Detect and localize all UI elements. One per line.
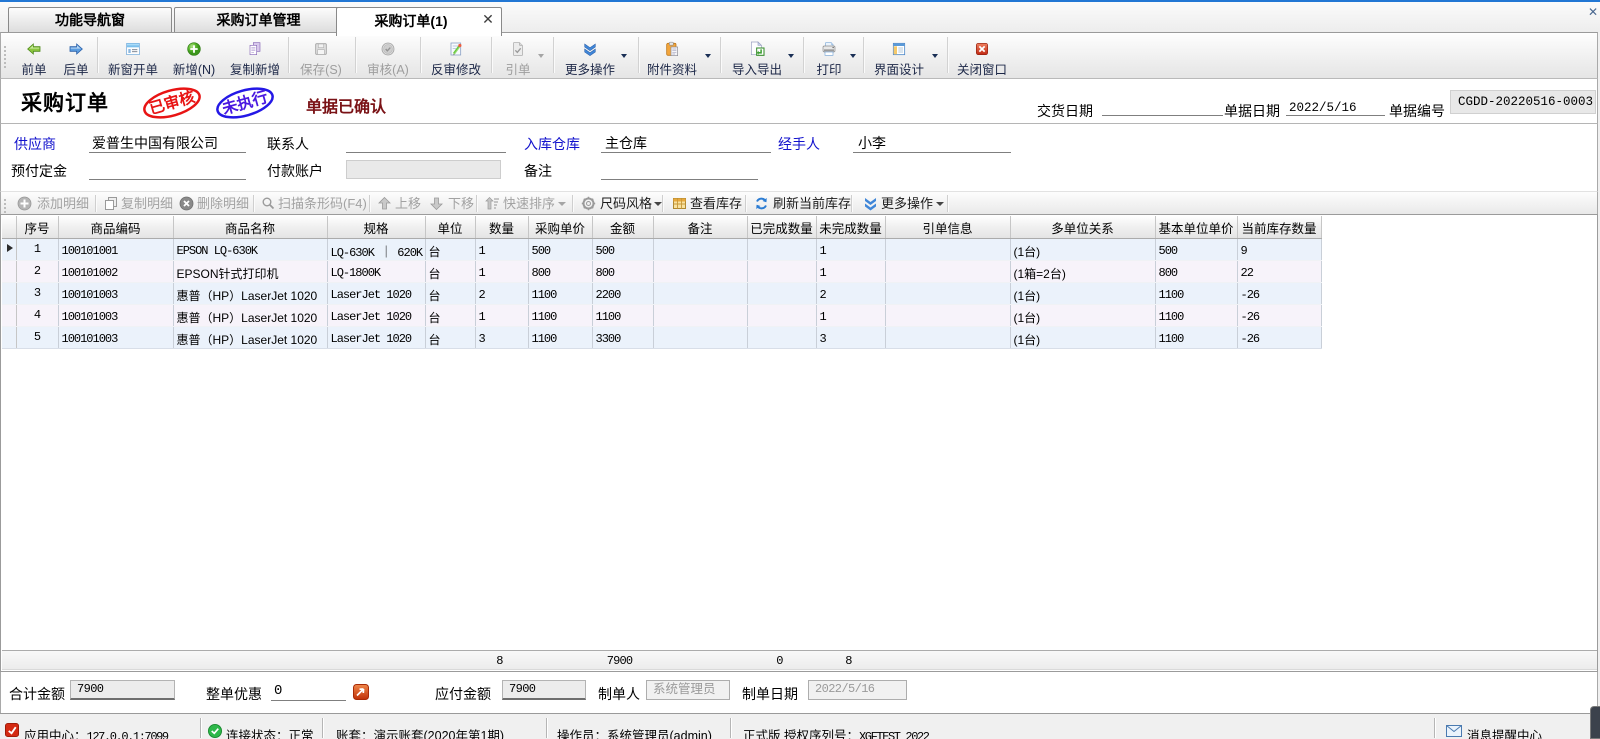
- svg-text:未执行: 未执行: [219, 87, 270, 118]
- svg-text:已审核: 已审核: [147, 87, 197, 118]
